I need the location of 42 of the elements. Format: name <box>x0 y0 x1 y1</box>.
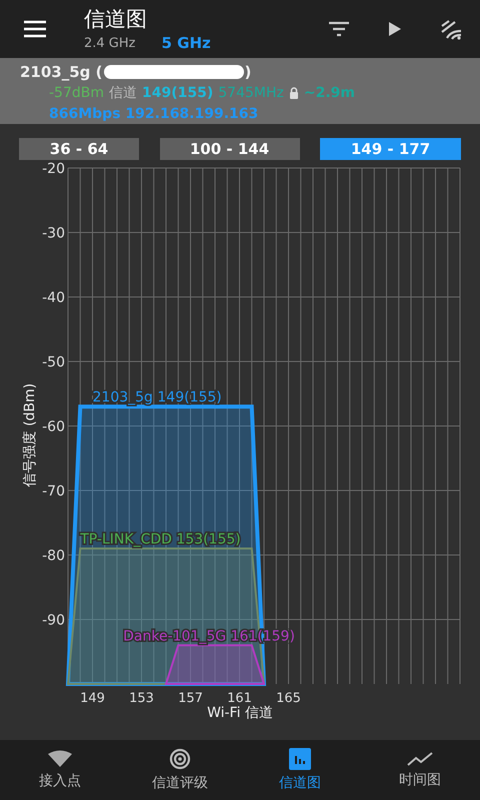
frequency: 5745MHz <box>218 84 284 101</box>
y-tick-label: -90 <box>42 612 65 629</box>
y-tick-label: -20 <box>42 161 65 178</box>
y-tick-label: -70 <box>42 484 65 500</box>
network-name: 2103_5g ( <box>20 62 102 81</box>
nav-tab[interactable]: 时间图 <box>360 740 480 800</box>
signal-rings-icon <box>169 748 191 770</box>
x-tick-label: 161 <box>227 691 252 706</box>
network-label: TP-LINK_CDD 153(155) <box>80 532 241 548</box>
y-tick-label: -30 <box>42 226 65 242</box>
menu-icon <box>23 20 47 38</box>
filter-icon <box>328 21 350 38</box>
y-tick-label: -60 <box>42 419 65 436</box>
play-icon <box>388 21 402 38</box>
wifi-scan-icon <box>439 18 463 40</box>
nav-tab[interactable]: 信道评级 <box>120 740 240 800</box>
bar-chart-icon <box>289 748 311 770</box>
x-tick-label: 153 <box>129 691 154 706</box>
screen-title: 信道图 <box>84 6 148 32</box>
network-name-end: ) <box>244 62 252 81</box>
signal-strength: -57dBm <box>49 84 104 101</box>
y-axis-title: 信号强度 (dBm) <box>22 383 38 487</box>
network-label: 2103_5g 149(155) <box>92 390 222 406</box>
nav-tab[interactable]: 信道图 <box>240 740 360 800</box>
y-tick-label: -40 <box>42 290 65 306</box>
x-tick-label: 149 <box>80 691 105 706</box>
band-tab[interactable]: 2.4 GHz <box>84 34 136 52</box>
channel-range-tab[interactable]: 36 - 64 <box>19 138 139 160</box>
nav-tab[interactable]: 接入点 <box>0 740 120 800</box>
channel-label: 信道 <box>109 84 137 102</box>
wifi-icon <box>47 750 73 768</box>
y-tick-label: -80 <box>42 548 65 564</box>
distance: ~2.9m <box>304 84 355 101</box>
x-axis-title: Wi-Fi 信道 <box>207 705 273 722</box>
channel-value: 149(155) <box>142 84 214 101</box>
x-tick-label: 157 <box>178 691 203 706</box>
speed-and-ip: 866Mbps 192.168.199.163 <box>49 106 258 122</box>
band-tab[interactable]: 5 GHz <box>161 34 211 52</box>
x-tick-label: 165 <box>276 691 301 706</box>
line-graph-icon <box>407 751 433 768</box>
channel-range-tab[interactable]: 100 - 144 <box>160 138 300 160</box>
y-tick-label: -50 <box>42 354 65 371</box>
